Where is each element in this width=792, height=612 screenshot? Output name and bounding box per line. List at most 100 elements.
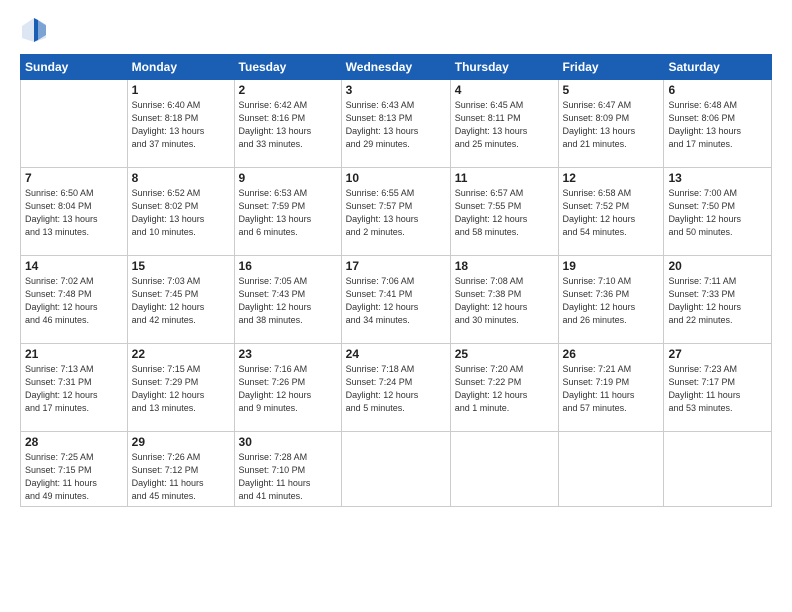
day-info: Sunrise: 7:21 AM Sunset: 7:19 PM Dayligh… bbox=[563, 363, 660, 415]
day-info: Sunrise: 6:52 AM Sunset: 8:02 PM Dayligh… bbox=[132, 187, 230, 239]
calendar-cell: 9 Sunrise: 6:53 AM Sunset: 7:59 PM Daylig… bbox=[234, 168, 341, 256]
day-number: 30 bbox=[239, 435, 337, 449]
calendar-cell: 22 Sunrise: 7:15 AM Sunset: 7:29 PM Dayli… bbox=[127, 344, 234, 432]
calendar-cell: 29 Sunrise: 7:26 AM Sunset: 7:12 PM Dayli… bbox=[127, 432, 234, 507]
calendar-week-row: 28 Sunrise: 7:25 AM Sunset: 7:15 PM Dayli… bbox=[21, 432, 772, 507]
calendar-cell: 3 Sunrise: 6:43 AM Sunset: 8:13 PM Daylig… bbox=[341, 80, 450, 168]
calendar-cell: 11Sunrise: 6:57 AM Sunset: 7:55 PM Dayli… bbox=[450, 168, 558, 256]
day-number: 7 bbox=[25, 171, 123, 185]
calendar-cell: 5 Sunrise: 6:47 AM Sunset: 8:09 PM Daylig… bbox=[558, 80, 664, 168]
calendar-cell: 1 Sunrise: 6:40 AM Sunset: 8:18 PM Daylig… bbox=[127, 80, 234, 168]
calendar-header-row: SundayMondayTuesdayWednesdayThursdayFrid… bbox=[21, 55, 772, 80]
calendar-cell: 25Sunrise: 7:20 AM Sunset: 7:22 PM Dayli… bbox=[450, 344, 558, 432]
day-info: Sunrise: 7:15 AM Sunset: 7:29 PM Dayligh… bbox=[132, 363, 230, 415]
day-info: Sunrise: 7:06 AM Sunset: 7:41 PM Dayligh… bbox=[346, 275, 446, 327]
day-number: 14 bbox=[25, 259, 123, 273]
day-info: Sunrise: 6:40 AM Sunset: 8:18 PM Dayligh… bbox=[132, 99, 230, 151]
calendar-cell: 4 Sunrise: 6:45 AM Sunset: 8:11 PM Daylig… bbox=[450, 80, 558, 168]
day-number: 20 bbox=[668, 259, 767, 273]
day-info: Sunrise: 6:42 AM Sunset: 8:16 PM Dayligh… bbox=[239, 99, 337, 151]
day-info: Sunrise: 7:05 AM Sunset: 7:43 PM Dayligh… bbox=[239, 275, 337, 327]
calendar-cell: 14 Sunrise: 7:02 AM Sunset: 7:48 PM Dayli… bbox=[21, 256, 128, 344]
calendar-week-row: 1 Sunrise: 6:40 AM Sunset: 8:18 PM Daylig… bbox=[21, 80, 772, 168]
day-number: 15 bbox=[132, 259, 230, 273]
day-number: 22 bbox=[132, 347, 230, 361]
calendar-cell: 24 Sunrise: 7:18 AM Sunset: 7:24 PM Dayli… bbox=[341, 344, 450, 432]
day-info: Sunrise: 7:10 AM Sunset: 7:36 PM Dayligh… bbox=[563, 275, 660, 327]
calendar-cell: 30 Sunrise: 7:28 AM Sunset: 7:10 PM Dayli… bbox=[234, 432, 341, 507]
page: SundayMondayTuesdayWednesdayThursdayFrid… bbox=[0, 0, 792, 612]
day-info: Sunrise: 7:18 AM Sunset: 7:24 PM Dayligh… bbox=[346, 363, 446, 415]
day-number: 6 bbox=[668, 83, 767, 97]
day-number: 2 bbox=[239, 83, 337, 97]
day-number: 19 bbox=[563, 259, 660, 273]
day-info: Sunrise: 7:13 AM Sunset: 7:31 PM Dayligh… bbox=[25, 363, 123, 415]
day-number: 5 bbox=[563, 83, 660, 97]
calendar-cell: 21 Sunrise: 7:13 AM Sunset: 7:31 PM Dayli… bbox=[21, 344, 128, 432]
day-info: Sunrise: 6:48 AM Sunset: 8:06 PM Dayligh… bbox=[668, 99, 767, 151]
logo bbox=[20, 16, 52, 44]
day-info: Sunrise: 6:47 AM Sunset: 8:09 PM Dayligh… bbox=[563, 99, 660, 151]
day-number: 13 bbox=[668, 171, 767, 185]
day-info: Sunrise: 7:28 AM Sunset: 7:10 PM Dayligh… bbox=[239, 451, 337, 503]
calendar-header-monday: Monday bbox=[127, 55, 234, 80]
day-info: Sunrise: 6:55 AM Sunset: 7:57 PM Dayligh… bbox=[346, 187, 446, 239]
day-number: 3 bbox=[346, 83, 446, 97]
day-info: Sunrise: 7:25 AM Sunset: 7:15 PM Dayligh… bbox=[25, 451, 123, 503]
day-number: 9 bbox=[239, 171, 337, 185]
day-number: 28 bbox=[25, 435, 123, 449]
calendar-header-thursday: Thursday bbox=[450, 55, 558, 80]
day-info: Sunrise: 7:02 AM Sunset: 7:48 PM Dayligh… bbox=[25, 275, 123, 327]
calendar-cell: 2 Sunrise: 6:42 AM Sunset: 8:16 PM Daylig… bbox=[234, 80, 341, 168]
calendar-cell bbox=[450, 432, 558, 507]
day-info: Sunrise: 7:23 AM Sunset: 7:17 PM Dayligh… bbox=[668, 363, 767, 415]
calendar-cell: 16 Sunrise: 7:05 AM Sunset: 7:43 PM Dayli… bbox=[234, 256, 341, 344]
day-info: Sunrise: 6:45 AM Sunset: 8:11 PM Dayligh… bbox=[455, 99, 554, 151]
day-number: 21 bbox=[25, 347, 123, 361]
calendar-header-saturday: Saturday bbox=[664, 55, 772, 80]
day-info: Sunrise: 6:43 AM Sunset: 8:13 PM Dayligh… bbox=[346, 99, 446, 151]
calendar-week-row: 21 Sunrise: 7:13 AM Sunset: 7:31 PM Dayli… bbox=[21, 344, 772, 432]
day-info: Sunrise: 6:53 AM Sunset: 7:59 PM Dayligh… bbox=[239, 187, 337, 239]
day-number: 4 bbox=[455, 83, 554, 97]
calendar-cell: 28 Sunrise: 7:25 AM Sunset: 7:15 PM Dayli… bbox=[21, 432, 128, 507]
day-info: Sunrise: 6:58 AM Sunset: 7:52 PM Dayligh… bbox=[563, 187, 660, 239]
day-info: Sunrise: 7:16 AM Sunset: 7:26 PM Dayligh… bbox=[239, 363, 337, 415]
day-info: Sunrise: 7:00 AM Sunset: 7:50 PM Dayligh… bbox=[668, 187, 767, 239]
day-info: Sunrise: 7:20 AM Sunset: 7:22 PM Dayligh… bbox=[455, 363, 554, 415]
calendar-cell bbox=[341, 432, 450, 507]
calendar-cell: 6 Sunrise: 6:48 AM Sunset: 8:06 PM Daylig… bbox=[664, 80, 772, 168]
calendar-header-tuesday: Tuesday bbox=[234, 55, 341, 80]
day-number: 27 bbox=[668, 347, 767, 361]
day-number: 26 bbox=[563, 347, 660, 361]
day-number: 1 bbox=[132, 83, 230, 97]
header bbox=[20, 16, 772, 44]
calendar-cell bbox=[664, 432, 772, 507]
day-number: 29 bbox=[132, 435, 230, 449]
calendar-cell: 23 Sunrise: 7:16 AM Sunset: 7:26 PM Dayli… bbox=[234, 344, 341, 432]
calendar-table: SundayMondayTuesdayWednesdayThursdayFrid… bbox=[20, 54, 772, 507]
calendar-cell: 20 Sunrise: 7:11 AM Sunset: 7:33 PM Dayli… bbox=[664, 256, 772, 344]
day-info: Sunrise: 7:11 AM Sunset: 7:33 PM Dayligh… bbox=[668, 275, 767, 327]
calendar-cell bbox=[21, 80, 128, 168]
day-number: 17 bbox=[346, 259, 446, 273]
day-number: 11 bbox=[455, 171, 554, 185]
day-number: 12 bbox=[563, 171, 660, 185]
day-number: 18 bbox=[455, 259, 554, 273]
day-info: Sunrise: 7:03 AM Sunset: 7:45 PM Dayligh… bbox=[132, 275, 230, 327]
day-info: Sunrise: 7:08 AM Sunset: 7:38 PM Dayligh… bbox=[455, 275, 554, 327]
calendar-cell: 12 Sunrise: 6:58 AM Sunset: 7:52 PM Dayli… bbox=[558, 168, 664, 256]
day-number: 23 bbox=[239, 347, 337, 361]
calendar-cell: 18 Sunrise: 7:08 AM Sunset: 7:38 PM Dayli… bbox=[450, 256, 558, 344]
logo-icon bbox=[20, 16, 48, 44]
day-info: Sunrise: 7:26 AM Sunset: 7:12 PM Dayligh… bbox=[132, 451, 230, 503]
day-number: 16 bbox=[239, 259, 337, 273]
day-number: 10 bbox=[346, 171, 446, 185]
calendar-week-row: 14 Sunrise: 7:02 AM Sunset: 7:48 PM Dayli… bbox=[21, 256, 772, 344]
calendar-cell: 19 Sunrise: 7:10 AM Sunset: 7:36 PM Dayli… bbox=[558, 256, 664, 344]
calendar-week-row: 7Sunrise: 6:50 AM Sunset: 8:04 PM Daylig… bbox=[21, 168, 772, 256]
calendar-cell: 15 Sunrise: 7:03 AM Sunset: 7:45 PM Dayli… bbox=[127, 256, 234, 344]
calendar-cell: 26 Sunrise: 7:21 AM Sunset: 7:19 PM Dayli… bbox=[558, 344, 664, 432]
calendar-header-friday: Friday bbox=[558, 55, 664, 80]
day-number: 24 bbox=[346, 347, 446, 361]
